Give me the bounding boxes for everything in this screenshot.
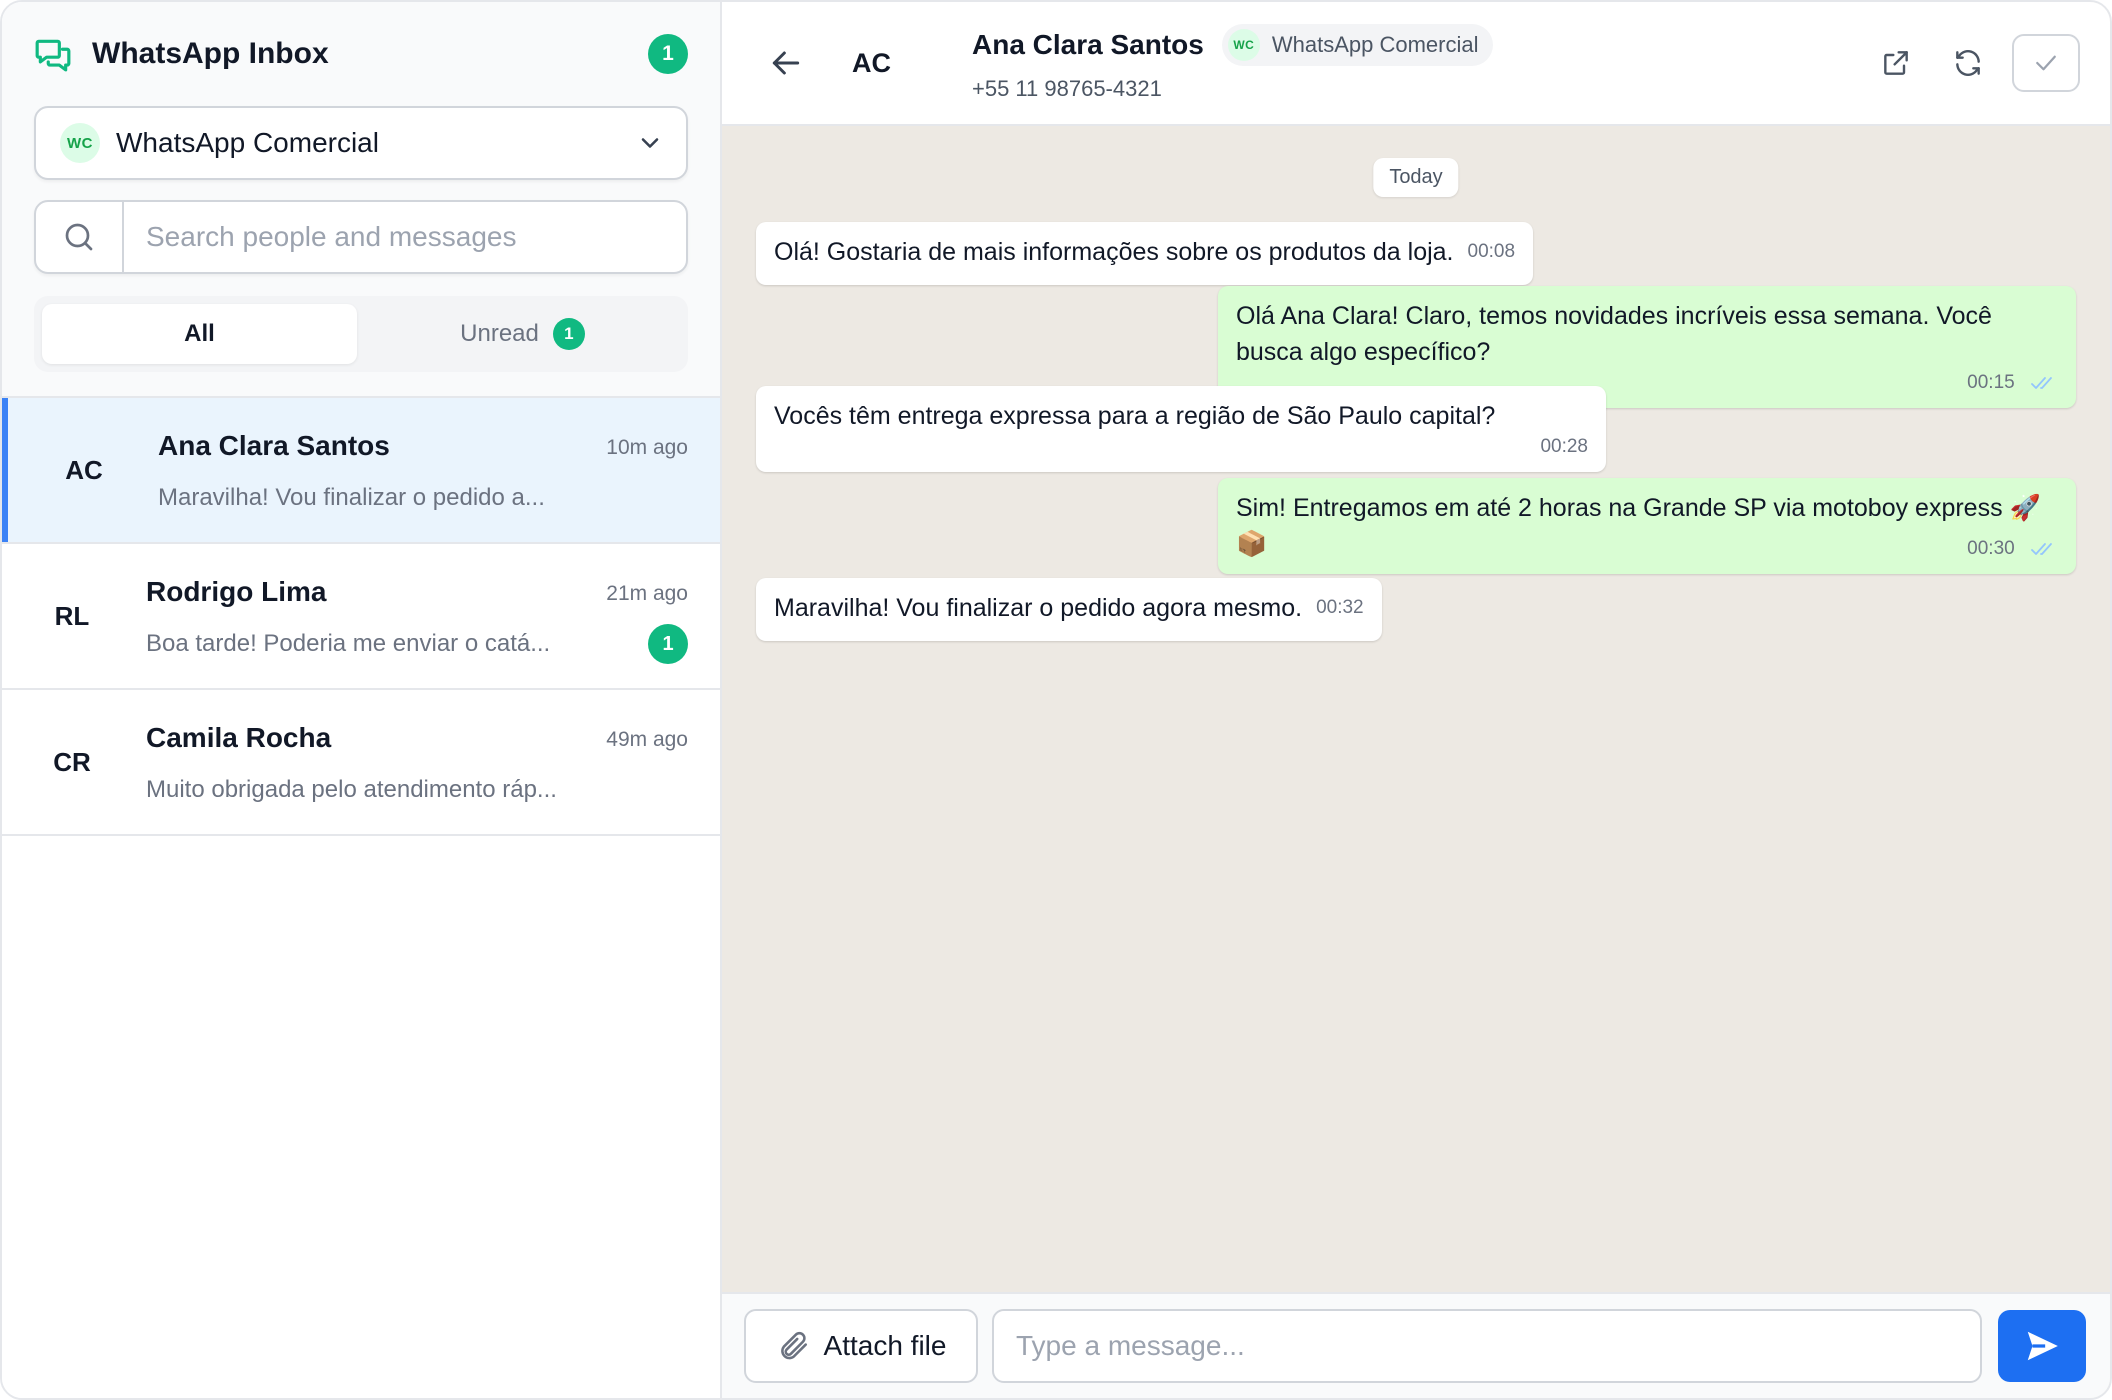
message-text: Maravilha! Vou finalizar o pedido agora … <box>774 594 1303 622</box>
day-separator: Today <box>1373 158 1459 197</box>
conversation-preview: Muito obrigada pelo atendimento ráp... <box>146 776 557 803</box>
message-text: Vocês têm entrega expressa para a região… <box>774 402 1496 430</box>
message-time: 00:08 <box>1467 241 1516 262</box>
sidebar-header: WhatsApp Inbox 1 <box>34 2 688 106</box>
contact-phone: +55 11 98765-4321 <box>972 76 1162 101</box>
avatar: RL <box>54 600 90 631</box>
search-input[interactable] <box>124 202 686 272</box>
account-avatar: WC <box>60 123 100 163</box>
paperclip-icon <box>780 1331 807 1360</box>
account-select-value: WhatsApp Comercial <box>116 127 379 158</box>
conversation-preview: Maravilha! Vou finalizar o pedido a... <box>158 484 545 511</box>
message-incoming: Maravilha! Vou finalizar o pedido agora … <box>756 578 1382 641</box>
conversation-body: Rodrigo Lima 21m ago Boa tarde! Poderia … <box>142 544 720 688</box>
header-actions <box>1860 34 2080 92</box>
search-icon <box>65 223 93 251</box>
refresh-button[interactable] <box>1932 34 2004 92</box>
refresh-icon <box>1956 50 1980 76</box>
account-select[interactable]: WC WhatsApp Comercial <box>34 106 688 180</box>
account-pill-avatar: WC <box>1227 29 1260 61</box>
conversation-time: 10m ago <box>606 436 688 459</box>
message-input[interactable] <box>992 1309 1982 1383</box>
total-unread-badge: 1 <box>648 34 688 74</box>
message-meta: 00:28 <box>774 434 1588 460</box>
message-incoming: Olá! Gostaria de mais informações sobre … <box>756 222 1534 285</box>
chat-bubbles-icon <box>35 39 71 72</box>
conversation-item[interactable]: AC Ana Clara Santos 10m ago Maravilha! V… <box>2 398 720 544</box>
conversation-time: 21m ago <box>606 582 688 605</box>
external-link-icon <box>1884 51 1908 75</box>
contact-name-row: Ana Clara Santos WC WhatsApp Comercial <box>972 24 1493 66</box>
message-time: 00:15 <box>1967 372 2015 393</box>
check-icon <box>2036 55 2056 71</box>
app-window: WhatsApp Inbox 1 WC WhatsApp Comercial S… <box>0 0 2112 1400</box>
message-time: 00:30 <box>1967 538 2015 559</box>
conversation-unread-badge: 1 <box>648 624 688 664</box>
double-check-icon <box>2031 543 2052 555</box>
sidebar: WhatsApp Inbox 1 WC WhatsApp Comercial S… <box>2 2 722 1398</box>
attach-file-button[interactable]: Attach file <box>744 1309 978 1383</box>
double-check-icon <box>2031 377 2052 389</box>
message-incoming: Vocês têm entrega expressa para a região… <box>756 386 1606 472</box>
message-composer: Attach file <box>722 1292 2110 1398</box>
account-pill: WC WhatsApp Comercial <box>1221 24 1493 66</box>
tab-unread[interactable]: Unread 1 <box>365 304 680 364</box>
message-outgoing: Sim! Entregamos em até 2 horas na Grande… <box>1218 478 2076 574</box>
conversation-preview: Boa tarde! Poderia me enviar o catá... <box>146 630 551 657</box>
contact-avatar: AC <box>852 47 891 78</box>
message-time: 00:32 <box>1316 597 1364 618</box>
message-text: Olá! Gostaria de mais informações sobre … <box>774 238 1454 266</box>
sidebar-title: WhatsApp Inbox <box>92 37 329 70</box>
send-icon <box>2027 1331 2058 1361</box>
attach-file-label: Attach file <box>823 1330 947 1361</box>
conversation-item[interactable]: RL Rodrigo Lima 21m ago Boa tarde! Poder… <box>2 544 720 690</box>
search-box <box>34 200 688 274</box>
tab-all-label: All <box>184 320 215 347</box>
conversation-body: Camila Rocha 49m ago Muito obrigada pelo… <box>142 690 720 834</box>
chat-panel: AC Ana Clara Santos WC WhatsApp Comercia… <box>722 2 2110 1398</box>
tab-unread-badge: 1 <box>552 318 585 350</box>
open-external-button[interactable] <box>1860 34 1932 92</box>
message-meta: 00:30 <box>1236 536 2058 562</box>
contact-name: Ana Clara Santos <box>972 29 1204 60</box>
conversation-list: AC Ana Clara Santos 10m ago Maravilha! V… <box>2 398 720 1398</box>
conversation-body: Ana Clara Santos 10m ago Maravilha! Vou … <box>154 398 720 542</box>
avatar: AC <box>65 454 103 485</box>
account-pill-label: WhatsApp Comercial <box>1271 32 1479 57</box>
conversation-time: 49m ago <box>606 728 688 751</box>
contact-info: Ana Clara Santos WC WhatsApp Comercial +… <box>972 24 1493 102</box>
avatar: CR <box>53 746 91 777</box>
resolve-button[interactable] <box>2012 34 2080 92</box>
message-area: Today Olá! Gostaria de mais informações … <box>722 126 2110 1292</box>
message-time: 00:28 <box>1540 436 1588 457</box>
message-text: Olá Ana Clara! Claro, temos novidades in… <box>1236 302 1992 366</box>
search-icon-wrap <box>36 202 124 272</box>
tab-all[interactable]: All <box>42 304 357 364</box>
arrow-left-icon[interactable] <box>766 43 806 83</box>
filter-tabs: All Unread 1 <box>34 296 688 372</box>
send-button[interactable] <box>1998 1310 2086 1382</box>
tab-unread-label: Unread <box>460 320 539 347</box>
sidebar-top: WhatsApp Inbox 1 WC WhatsApp Comercial S… <box>2 2 720 398</box>
chevron-down-icon <box>641 138 659 148</box>
chat-header: AC Ana Clara Santos WC WhatsApp Comercia… <box>722 2 2110 126</box>
conversation-item[interactable]: CR Camila Rocha 49m ago Muito obrigada p… <box>2 690 720 836</box>
